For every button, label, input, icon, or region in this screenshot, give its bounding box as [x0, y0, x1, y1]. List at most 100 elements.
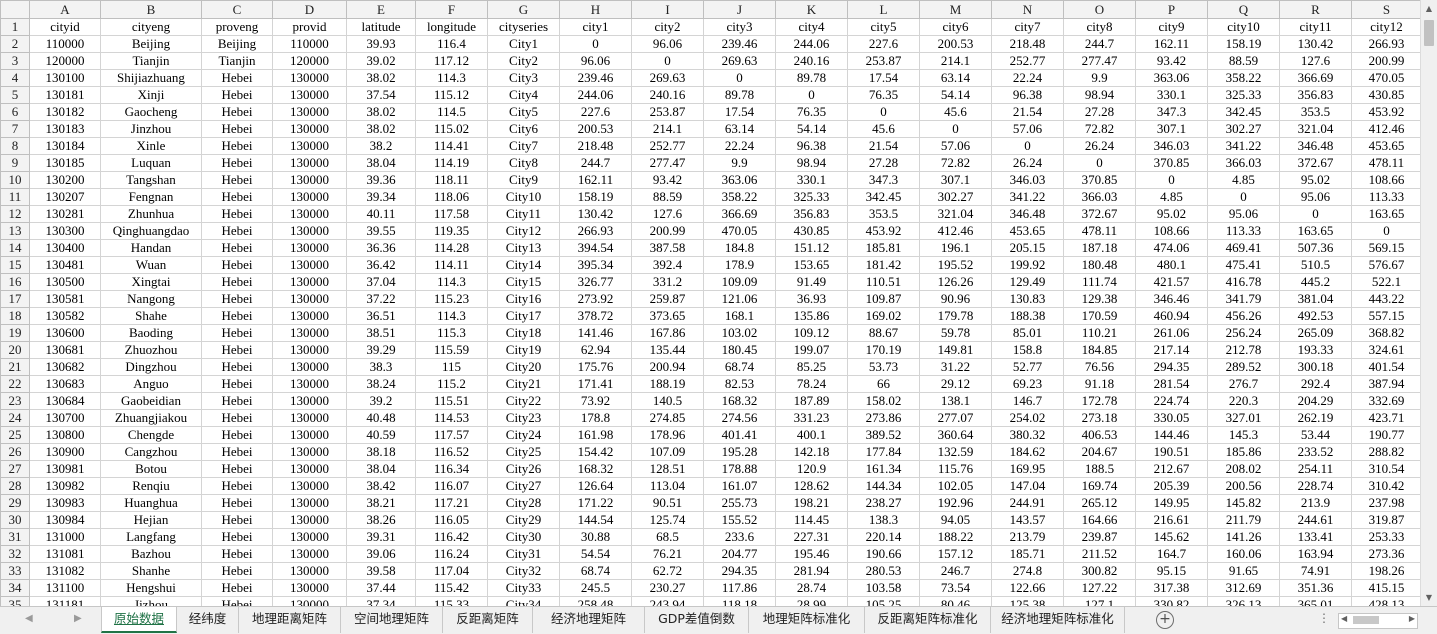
row-header[interactable]: 32: [0, 545, 30, 563]
cell[interactable]: 220.14: [847, 528, 920, 546]
cell[interactable]: 116.24: [415, 545, 488, 563]
cell[interactable]: Hebei: [201, 171, 273, 189]
cell[interactable]: 93.42: [1135, 52, 1208, 70]
cell[interactable]: 85.25: [775, 358, 848, 376]
cell[interactable]: 78.24: [775, 375, 848, 393]
cell[interactable]: 110000: [272, 35, 347, 53]
cell[interactable]: 430.85: [775, 222, 848, 240]
cell[interactable]: 130000: [272, 341, 347, 359]
cell[interactable]: 180.45: [703, 341, 776, 359]
cell[interactable]: 325.33: [775, 188, 848, 206]
cell[interactable]: 127.6: [631, 205, 704, 223]
cell[interactable]: 172.78: [1063, 392, 1136, 410]
cell[interactable]: 144.46: [1135, 426, 1208, 444]
cell[interactable]: 130683: [29, 375, 101, 393]
cell[interactable]: 73.92: [559, 392, 632, 410]
cell[interactable]: 118.18: [703, 596, 776, 606]
row-header[interactable]: 17: [0, 290, 30, 308]
column-header[interactable]: Q: [1207, 0, 1280, 19]
cell[interactable]: 117.21: [415, 494, 488, 512]
cell[interactable]: Shanhe: [100, 562, 202, 580]
cell[interactable]: 74.91: [1279, 562, 1352, 580]
cell[interactable]: 116.07: [415, 477, 488, 495]
column-header[interactable]: P: [1135, 0, 1208, 19]
cell[interactable]: 38.18: [346, 443, 416, 461]
cell[interactable]: 126.64: [559, 477, 632, 495]
cell[interactable]: 82.53: [703, 375, 776, 393]
cell[interactable]: 30.88: [559, 528, 632, 546]
cell[interactable]: 453.92: [847, 222, 920, 240]
cell[interactable]: 125.38: [991, 596, 1064, 606]
row-header[interactable]: 1: [0, 18, 30, 36]
cell[interactable]: 117.86: [703, 579, 776, 597]
cell[interactable]: 492.53: [1279, 307, 1352, 325]
cell[interactable]: 254.02: [991, 409, 1064, 427]
cell[interactable]: Chengde: [100, 426, 202, 444]
row-header[interactable]: 24: [0, 409, 30, 427]
cell[interactable]: 130681: [29, 341, 101, 359]
cell[interactable]: city4: [775, 18, 848, 36]
cell[interactable]: 130183: [29, 120, 101, 138]
cell[interactable]: 39.34: [346, 188, 416, 206]
cell[interactable]: Zhunhua: [100, 205, 202, 223]
cell[interactable]: 37.22: [346, 290, 416, 308]
cell[interactable]: 341.22: [1207, 137, 1280, 155]
cell[interactable]: 88.59: [1207, 52, 1280, 70]
cell[interactable]: 131100: [29, 579, 101, 597]
sheet-tab[interactable]: 原始数据: [101, 607, 177, 633]
cell[interactable]: 266.93: [559, 222, 632, 240]
cell[interactable]: 317.38: [1135, 579, 1208, 597]
cell[interactable]: 227.6: [559, 103, 632, 121]
cell[interactable]: 130000: [272, 273, 347, 291]
cell[interactable]: 380.32: [991, 426, 1064, 444]
cell[interactable]: 394.54: [559, 239, 632, 257]
cell[interactable]: 0: [919, 120, 992, 138]
cell[interactable]: 212.67: [1135, 460, 1208, 478]
cell[interactable]: 131000: [29, 528, 101, 546]
cell[interactable]: City1: [487, 35, 560, 53]
cell[interactable]: 114.11: [415, 256, 488, 274]
cell[interactable]: 366.03: [1207, 154, 1280, 172]
cell[interactable]: 114.19: [415, 154, 488, 172]
row-header[interactable]: 7: [0, 120, 30, 138]
cell[interactable]: 273.36: [1351, 545, 1420, 563]
cell[interactable]: 115.3: [415, 324, 488, 342]
cell[interactable]: 185.81: [847, 239, 920, 257]
cell[interactable]: 39.31: [346, 528, 416, 546]
cell[interactable]: 346.48: [1279, 137, 1352, 155]
row-header[interactable]: 8: [0, 137, 30, 155]
cell[interactable]: 470.05: [703, 222, 776, 240]
cell[interactable]: 76.35: [775, 103, 848, 121]
cell[interactable]: 130000: [272, 103, 347, 121]
cell[interactable]: Jinzhou: [100, 120, 202, 138]
cell[interactable]: 161.98: [559, 426, 632, 444]
cell[interactable]: 21.54: [847, 137, 920, 155]
cell[interactable]: 130000: [272, 188, 347, 206]
cell[interactable]: City20: [487, 358, 560, 376]
cell[interactable]: 169.02: [847, 307, 920, 325]
cell[interactable]: 130000: [272, 511, 347, 529]
cell[interactable]: 130000: [272, 545, 347, 563]
cell[interactable]: 356.83: [1279, 86, 1352, 104]
cell[interactable]: 190.51: [1135, 443, 1208, 461]
cell[interactable]: 277.47: [631, 154, 704, 172]
cell[interactable]: 145.62: [1135, 528, 1208, 546]
cell[interactable]: 95.02: [1279, 171, 1352, 189]
cell[interactable]: 0: [991, 137, 1064, 155]
cell[interactable]: Beijing: [201, 35, 273, 53]
cell[interactable]: 116.52: [415, 443, 488, 461]
cell[interactable]: 117.04: [415, 562, 488, 580]
cell[interactable]: 155.52: [703, 511, 776, 529]
cell[interactable]: 188.38: [991, 307, 1064, 325]
cell[interactable]: 111.74: [1063, 273, 1136, 291]
cell[interactable]: 244.7: [559, 154, 632, 172]
cell[interactable]: 114.45: [775, 511, 848, 529]
cell[interactable]: 158.19: [559, 188, 632, 206]
cell[interactable]: 416.78: [1207, 273, 1280, 291]
cell[interactable]: 200.53: [919, 35, 992, 53]
cell[interactable]: 227.31: [775, 528, 848, 546]
cell[interactable]: 252.77: [631, 137, 704, 155]
cell[interactable]: Gaocheng: [100, 103, 202, 121]
cell[interactable]: 185.86: [1207, 443, 1280, 461]
cell[interactable]: City6: [487, 120, 560, 138]
